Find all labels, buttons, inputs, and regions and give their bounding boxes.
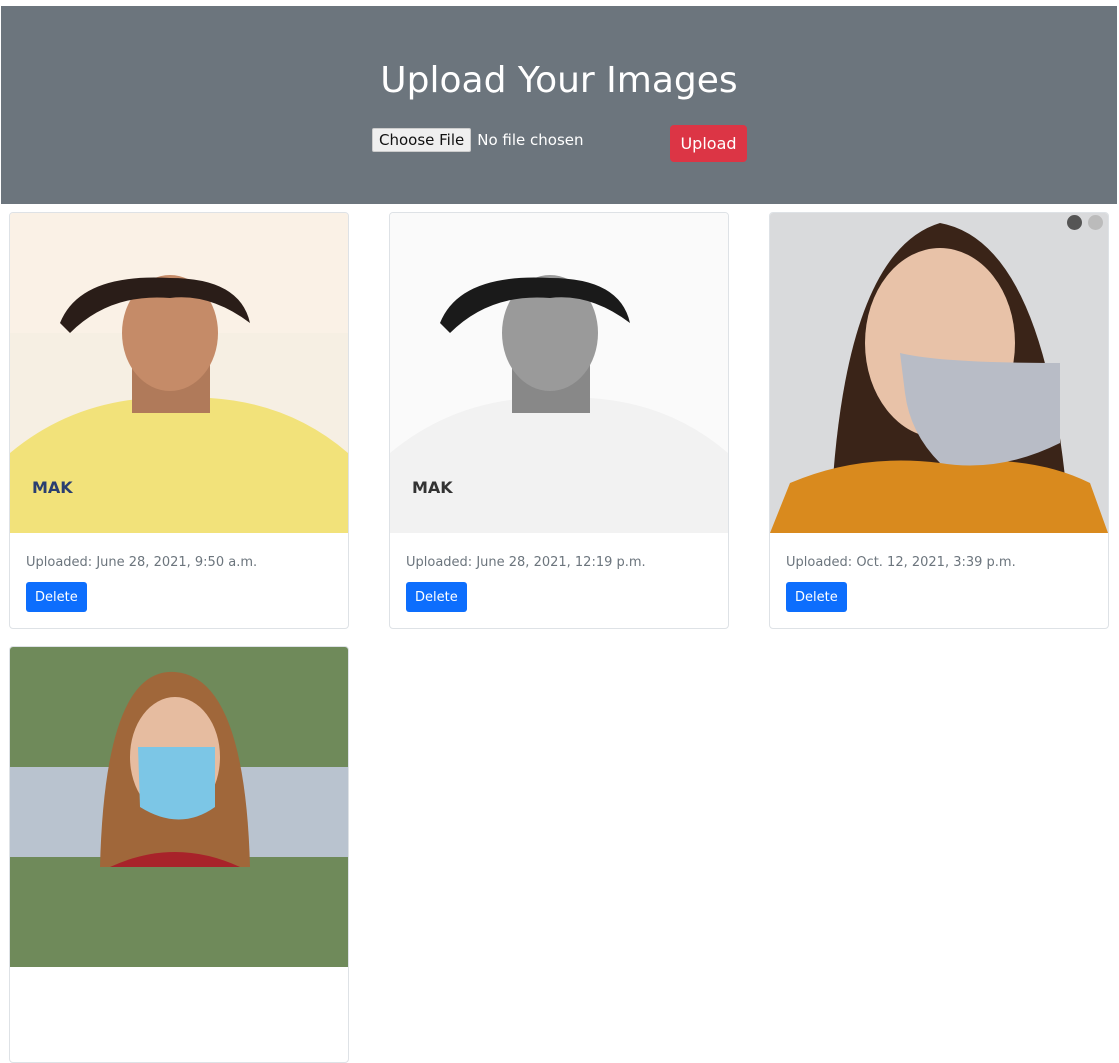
choose-file-button[interactable]: Choose File [372,128,472,152]
upload-timestamp: Uploaded: Oct. 12, 2021, 3:39 p.m. [786,555,1016,570]
close-icon[interactable] [1088,215,1103,230]
file-input[interactable]: Choose File No file chosen [372,128,584,152]
file-status: No file chosen [477,131,584,149]
upload-timestamp: Uploaded: June 28, 2021, 9:50 a.m. [26,555,258,570]
image-card: MAK Uploaded: June 28, 2021, 12:19 p.m. … [389,212,729,629]
delete-button[interactable]: Delete [26,582,87,612]
svg-text:MAK: MAK [32,478,73,497]
uploaded-image[interactable] [770,213,1108,533]
page-title: Upload Your Images [380,60,738,101]
delete-button[interactable]: Delete [786,582,847,612]
delete-button[interactable]: Delete [406,582,467,612]
svg-text:MAK: MAK [412,478,453,497]
image-card: Uploaded: Oct. 12, 2021, 3:39 p.m. Delet… [769,212,1109,629]
upload-button[interactable]: Upload [670,125,747,162]
uploaded-image[interactable] [10,647,348,967]
uploaded-image[interactable]: MAK [10,213,348,533]
info-icon[interactable] [1067,215,1082,230]
upload-header: Upload Your Images Choose File No file c… [1,6,1117,204]
upload-timestamp: Uploaded: June 28, 2021, 12:19 p.m. [406,555,646,570]
image-card: MAK Uploaded: June 28, 2021, 9:50 a.m. D… [9,212,349,629]
uploaded-image[interactable]: MAK [390,213,728,533]
